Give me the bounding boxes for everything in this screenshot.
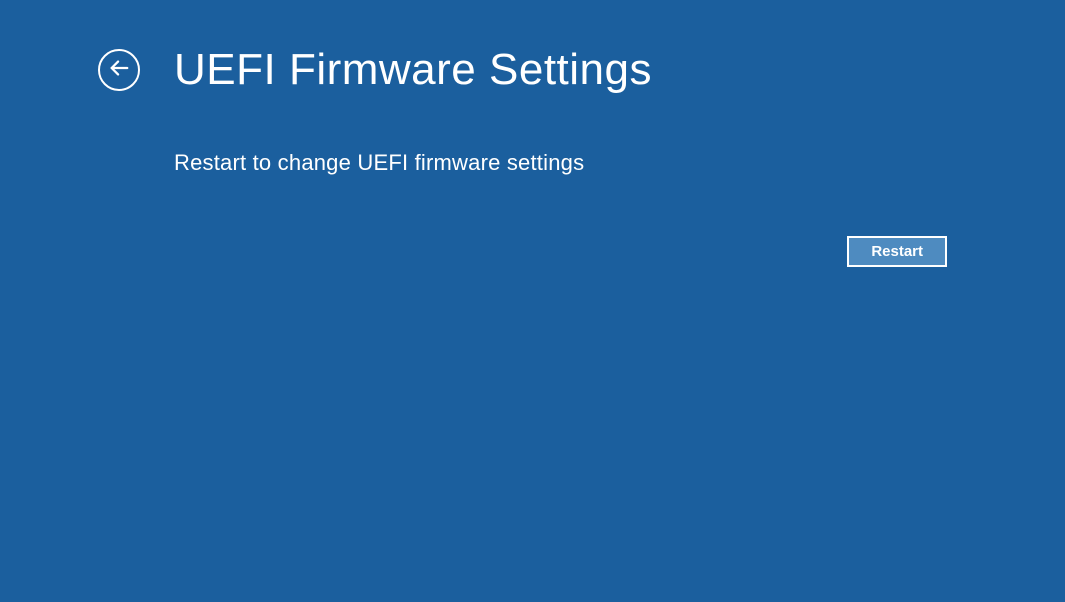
back-arrow-icon: [108, 57, 130, 84]
description-text: Restart to change UEFI firmware settings: [0, 92, 1065, 176]
back-button[interactable]: [98, 49, 140, 91]
page-title: UEFI Firmware Settings: [174, 48, 652, 92]
button-row: Restart: [174, 236, 947, 267]
page-header: UEFI Firmware Settings: [0, 0, 1065, 92]
restart-button[interactable]: Restart: [847, 236, 947, 267]
